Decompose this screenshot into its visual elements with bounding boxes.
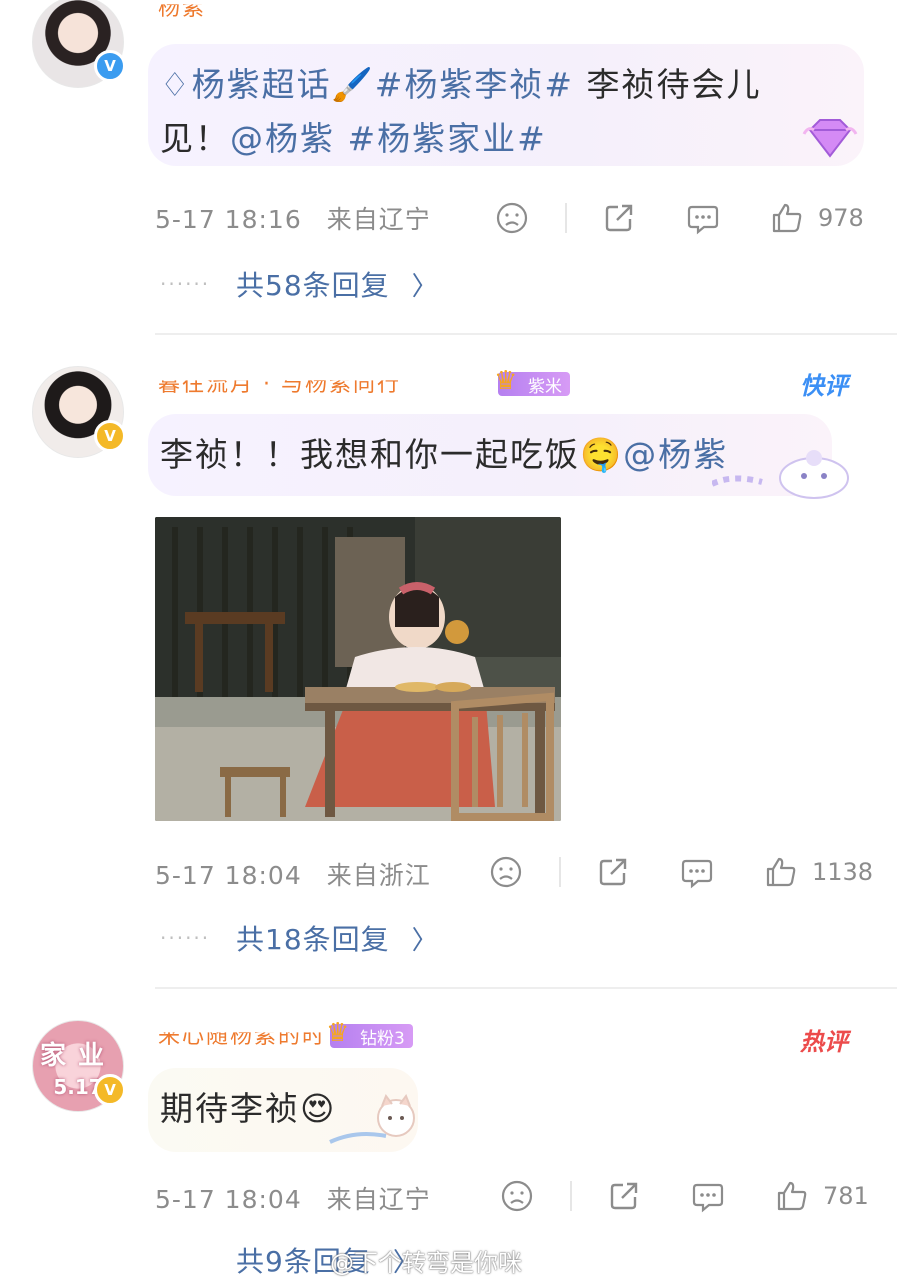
comment-photo[interactable] [155,517,561,821]
like-count: 1138 [812,858,874,886]
verified-badge-icon: V [94,50,126,82]
avatar[interactable]: 家业 5.17 V [32,1020,126,1112]
divider [570,1181,572,1211]
photo-image [155,517,561,821]
fan-badge-label: 钻粉3 [360,1028,405,1049]
sad-face-icon [496,202,528,234]
share-icon [605,204,633,232]
text-segment: 期待李祯 [160,1089,300,1128]
view-replies-link[interactable]: ······ 共18条回复 〉 [160,918,438,958]
sad-face-icon [501,1180,533,1212]
divider [155,987,897,989]
fan-badge: ♛ 钻粉3 [326,1018,413,1049]
diamond-icon: ♢ [160,65,192,104]
comment-icon [687,205,719,235]
purple-gem-sticker-icon [802,116,858,168]
avatar-caption: 家业 [33,1035,123,1072]
watermark: @下个转弯是你咪 [330,1249,522,1277]
text-segment: 李祯！！我想和你一起吃饭 [160,435,580,474]
dislike-button[interactable] [489,852,523,892]
share-icon [599,858,627,886]
comment-icon [692,1183,724,1213]
hot-comment-tag: 热评 [800,1028,848,1056]
quick-comment-tag: 快评 [800,372,848,400]
share-button[interactable] [607,1176,641,1216]
crown-icon: ♛ [494,366,518,396]
hashtag-link[interactable]: #杨紫李祯# [375,65,574,104]
like-count: 781 [823,1182,869,1210]
username[interactable]: 杨紫 [158,4,206,22]
divider [155,333,897,335]
comment-bubble: 李祯！！我想和你一起吃饭🤤@杨紫 [148,414,849,499]
comment-bubble: ♢杨紫超话🖌️#杨紫李祯# 李祯待会儿见！@杨紫 #杨紫家业# [148,44,864,166]
comment-icon [681,859,713,889]
avatar[interactable]: V [32,0,126,88]
like-button[interactable]: 781 [775,1176,869,1216]
crown-icon: ♛ [326,1018,350,1048]
chevron-right-icon: 〉 [411,271,438,302]
dots: ······ [160,272,211,296]
cloud-bear-sticker-icon [710,444,852,508]
comment-button[interactable] [691,1176,725,1216]
cat-sticker-icon [326,1090,426,1158]
dots: ······ [160,1248,236,1272]
dots: ······ [160,926,211,950]
avatar[interactable]: V [32,366,126,458]
thumbs-up-icon [772,203,802,233]
share-icon [610,1182,638,1210]
verified-badge-icon: V [94,420,126,452]
fan-badge-label: 紫米 [528,376,562,397]
supertopic-link[interactable]: 杨紫超话 [192,65,332,104]
comment-bubble: 期待李祯😍 [148,1068,418,1152]
like-button[interactable]: 1138 [764,852,873,892]
reply-count: 共58条回复 [236,269,390,302]
share-button[interactable] [602,198,636,238]
verified-badge-icon: V [94,1074,126,1106]
chevron-right-icon: 〉 [411,925,438,956]
like-count: 978 [818,204,864,232]
brush-emoji: 🖌️ [331,65,375,104]
like-button[interactable]: 978 [770,198,864,238]
view-replies-link[interactable]: ······ 共58条回复 〉 [160,264,438,304]
divider [559,857,561,887]
username[interactable]: 来心随杨紫的时 [158,1032,326,1050]
dislike-button[interactable] [495,198,529,238]
mention-link[interactable]: @杨紫 [230,119,335,158]
divider [565,203,567,233]
avatar-char: 家 [39,1041,78,1071]
avatar-char: 业 [78,1041,117,1071]
share-button[interactable] [596,852,630,892]
dislike-button[interactable] [500,1176,534,1216]
sad-face-icon [490,856,522,888]
thumbs-up-icon [777,1181,807,1211]
reply-count: 共18条回复 [236,923,390,956]
action-bar: 781 [0,1176,897,1216]
fan-badge: ♛ 紫米 [494,366,570,397]
username[interactable]: 暮往流月 · 与杨紫同行 [158,380,401,398]
comment-button[interactable] [680,852,714,892]
comment-text: ♢杨紫超话🖌️#杨紫李祯# 李祯待会儿见！@杨紫 #杨紫家业# [160,58,820,166]
drooling-emoji: 🤤 [580,435,624,474]
comment-button[interactable] [686,198,720,238]
thumbs-up-icon [766,857,796,887]
action-bar: 978 [0,198,897,238]
action-bar: 1138 [0,852,897,892]
hashtag-link[interactable]: #杨紫家业# [348,119,547,158]
